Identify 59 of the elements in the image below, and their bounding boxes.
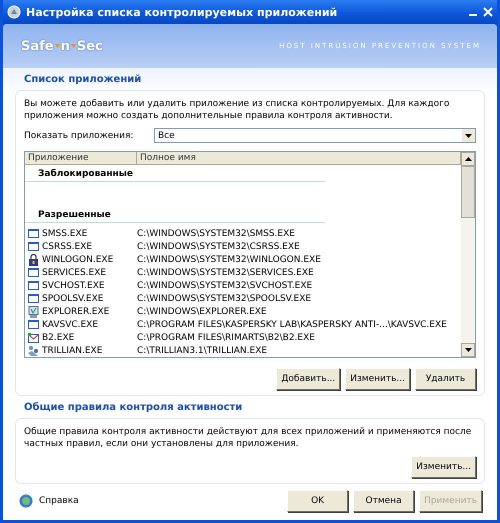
app-name[interactable]: SERVICES.EXE <box>42 268 106 278</box>
window-icon <box>28 229 39 238</box>
section-title: Список приложений <box>23 73 142 87</box>
scrollbar[interactable] <box>461 152 475 357</box>
app-name[interactable]: CSRSS.EXE <box>42 242 92 252</box>
window-icon <box>28 242 39 251</box>
app-name[interactable]: TRILLIAN.EXE <box>42 346 102 356</box>
window-icon <box>28 281 39 290</box>
window-icon <box>28 320 39 329</box>
logo-text: Safe <box>21 38 54 54</box>
scroll-down-icon[interactable] <box>464 348 472 352</box>
filter-dropdown[interactable]: Все <box>154 128 476 143</box>
column-header[interactable]: Приложение <box>25 152 137 165</box>
section-title: Общие правила контроля активности <box>23 401 244 415</box>
padlock-icon <box>28 254 39 266</box>
app-name[interactable]: B2.EXE <box>42 332 74 342</box>
dropdown-arrow-icon <box>465 134 472 138</box>
help-icon[interactable] <box>19 494 33 508</box>
close-icon[interactable] <box>483 7 493 17</box>
group-header: Заблокированные <box>25 165 325 182</box>
app-name[interactable]: SMSS.EXE <box>42 228 88 238</box>
scroll-up-icon[interactable] <box>464 157 472 161</box>
app-path[interactable]: C:\WINDOWS\SYSTEM32\WINLOGON.EXE <box>137 254 321 264</box>
app-path[interactable]: C:\PROGRAM FILES\RIMARTS\B2\B2.EXE <box>137 332 315 342</box>
window-title: Настройка списка контролируемых приложений <box>26 6 338 18</box>
triangle-icon <box>70 44 76 48</box>
app-name[interactable]: EXPLORER.EXE <box>42 306 110 316</box>
app-name[interactable]: WINLOGON.EXE <box>42 254 114 264</box>
description-text: Общие правила контроля активности действуют для всех приложений и применяются после частных правил, если они установлены для приложения. <box>24 426 472 450</box>
app-name[interactable]: KAVSVC.EXE <box>42 320 98 330</box>
app-name[interactable]: SPOOLSV.EXE <box>42 294 104 304</box>
dialog-button[interactable]: Отмена <box>353 490 414 512</box>
dialog-button[interactable]: Изменить... <box>411 456 476 478</box>
app-path[interactable]: C:\TRILLIAN3.1\TRILLIAN.EXE <box>137 346 268 356</box>
group-header: Разрешенные <box>25 206 325 223</box>
help-link[interactable]: Справка <box>39 496 79 506</box>
triangle-icon <box>54 44 60 48</box>
monitor-icon <box>28 306 39 318</box>
mail-icon <box>28 332 39 342</box>
app-path[interactable]: C:\WINDOWS\SYSTEM32\CSRSS.EXE <box>137 242 300 252</box>
app-path[interactable]: C:\WINDOWS\SYSTEM32\SERVICES.EXE <box>137 268 314 278</box>
logo-text: Sec <box>76 38 103 54</box>
window-icon <box>28 268 39 277</box>
app-path[interactable]: C:\WINDOWS\EXPLORER.EXE <box>137 306 267 316</box>
dialog-button[interactable]: OK <box>287 490 348 512</box>
filter-label: Показать приложения: <box>24 130 134 140</box>
dialog-button[interactable]: Удалить <box>415 368 476 390</box>
app-path[interactable]: C:\WINDOWS\SYSTEM32\SVCHOST.EXE <box>137 280 312 290</box>
app-path[interactable]: C:\WINDOWS\SYSTEM32\SPOOLSV.EXE <box>137 294 312 304</box>
app-path[interactable]: C:\PROGRAM FILES\KASPERSKY LAB\KASPERSKY ANTI-...\KAVSVC.EXE <box>137 320 447 330</box>
column-header[interactable]: Полное имя <box>137 152 461 165</box>
app-icon <box>7 5 21 19</box>
app-path[interactable]: C:\WINDOWS\SYSTEM32\SMSS.EXE <box>137 228 295 238</box>
logo-text: n <box>60 38 70 54</box>
window-icon <box>28 294 39 303</box>
dialog-button[interactable]: Изменить... <box>345 368 410 390</box>
dialog-button[interactable]: Добавить... <box>276 368 340 390</box>
description-text: Вы можете добавить или удалить приложение из списка контролируемых. Для каждого приложения можно создать дополнительные правила контроля активности. <box>24 98 450 122</box>
app-name[interactable]: SVCHOST.EXE <box>42 280 105 290</box>
